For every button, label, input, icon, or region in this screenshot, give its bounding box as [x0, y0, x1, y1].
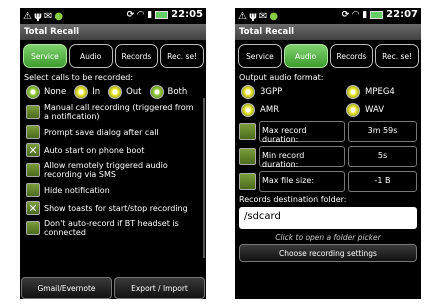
wifi-icon: ◠	[352, 9, 360, 20]
sync-icon: ⟳	[341, 9, 350, 20]
checkbox[interactable]	[239, 123, 256, 140]
tab-rec-settings[interactable]: Rec. se!	[375, 44, 419, 68]
tab-service[interactable]: Service	[23, 44, 67, 68]
checkbox[interactable]	[26, 125, 40, 139]
email-icon: ✉	[43, 10, 53, 22]
wifi-icon: ◠	[137, 9, 145, 20]
output-format-label: Output audio format:	[239, 73, 324, 82]
radio-in[interactable]	[74, 85, 89, 99]
email-icon: ✉	[258, 10, 268, 22]
checkbox[interactable]	[239, 148, 256, 165]
option-auto-start[interactable]: ✕ Auto start on phone boot	[20, 141, 206, 159]
option-sms-trigger[interactable]: Allow remotely triggered audio recording…	[20, 159, 206, 181]
max-file-size-label: Max file size:	[259, 171, 345, 192]
tab-records[interactable]: Records	[114, 44, 159, 68]
checkbox[interactable]	[26, 183, 40, 197]
phone-screen-audio: ⚠ ψ ✉ ● ⟳ ◠ ▮ 22:07 Total Recall Service Audio…	[235, 8, 421, 299]
clock: 22:07	[386, 9, 418, 20]
format-radio-group: 3GPP MPEG4 AMR WAV	[235, 83, 421, 119]
max-duration-label: Max record duration:	[259, 121, 345, 144]
radio-both[interactable]	[149, 85, 164, 99]
min-duration-row: Min record duration: 5s	[235, 144, 421, 169]
max-file-size-input[interactable]: -1 B	[348, 171, 417, 192]
checkbox[interactable]	[26, 221, 40, 235]
checkbox[interactable]	[26, 163, 40, 177]
sync-icon: ⟳	[126, 9, 135, 20]
tab-audio[interactable]: Audio	[68, 44, 113, 68]
min-duration-label: Min record duration:	[259, 146, 345, 169]
max-duration-row: Max record duration: 3m 59s	[235, 119, 421, 144]
option-manual-recording[interactable]: Manual call recording (triggered from a …	[20, 101, 206, 123]
folder-input[interactable]: /sdcard	[239, 207, 417, 229]
usb-icon: ψ	[33, 10, 42, 22]
gmail-evernote-button[interactable]: Gmail/Evernote	[21, 277, 112, 299]
radio-wav[interactable]	[346, 103, 360, 117]
warning-icon: ⚠	[238, 10, 247, 22]
radio-mpeg4[interactable]	[346, 85, 360, 99]
radio-none[interactable]	[26, 85, 40, 99]
max-file-size-row: Max file size: -1 B	[235, 169, 421, 194]
checkbox-checked[interactable]: ✕	[26, 143, 40, 157]
warning-icon: ⚠	[23, 10, 32, 22]
battery-icon	[155, 10, 169, 19]
scrollbar[interactable]	[203, 98, 205, 258]
tab-bar: Service Audio Records Rec. se!	[235, 40, 421, 72]
battery-icon	[370, 10, 384, 19]
checkbox-checked[interactable]: ✕	[26, 201, 40, 215]
radio-out[interactable]	[108, 85, 123, 99]
app-title: Total Recall	[235, 24, 421, 40]
option-hide-notification[interactable]: Hide notification	[20, 181, 206, 199]
select-calls-label: Select calls to be recorded:	[24, 73, 134, 82]
max-duration-input[interactable]: 3m 59s	[348, 121, 417, 142]
choose-recording-settings-button[interactable]: Choose recording settings	[239, 244, 417, 262]
app-title: Total Recall	[20, 24, 206, 40]
bottom-buttons: Gmail/Evernote Export / Import	[20, 277, 206, 299]
status-bar: ⚠ ψ ✉ ● ⟳ ◠ ▮ 22:05	[20, 8, 206, 24]
radio-amr[interactable]	[241, 103, 255, 117]
status-bar: ⚠ ψ ✉ ● ⟳ ◠ ▮ 22:07	[235, 8, 421, 24]
export-import-button[interactable]: Export / Import	[114, 277, 205, 299]
tab-audio[interactable]: Audio	[283, 44, 328, 68]
clock: 22:05	[171, 9, 203, 20]
android-icon: ●	[269, 10, 279, 22]
option-show-toasts[interactable]: ✕ Show toasts for start/stop recording	[20, 199, 206, 217]
checkbox[interactable]	[239, 173, 256, 190]
tab-bar: Service Audio Records Rec. se!	[20, 40, 206, 72]
tab-rec-settings[interactable]: Rec. se!	[160, 44, 204, 68]
android-icon: ●	[54, 10, 64, 22]
phone-screen-service: ⚠ ψ ✉ ● ⟳ ◠ ▮ 22:05 Total Recall Service Audio…	[20, 8, 206, 299]
usb-icon: ψ	[248, 10, 257, 22]
folder-label: Records destination folder:	[239, 195, 347, 204]
tab-service[interactable]: Service	[238, 44, 282, 68]
tab-records[interactable]: Records	[329, 44, 374, 68]
signal-icon: ▮	[362, 9, 368, 20]
call-type-radio-group: None In Out Both	[20, 83, 206, 101]
signal-icon: ▮	[147, 9, 153, 20]
option-bt-headset[interactable]: Don't auto-record if BT headset is conne…	[20, 217, 206, 239]
min-duration-input[interactable]: 5s	[348, 146, 417, 167]
folder-hint[interactable]: Click to open a folder picker	[235, 231, 421, 244]
radio-3gpp[interactable]	[241, 85, 255, 99]
option-prompt-save[interactable]: Prompt save dialog after call	[20, 123, 206, 141]
checkbox[interactable]	[26, 105, 40, 119]
